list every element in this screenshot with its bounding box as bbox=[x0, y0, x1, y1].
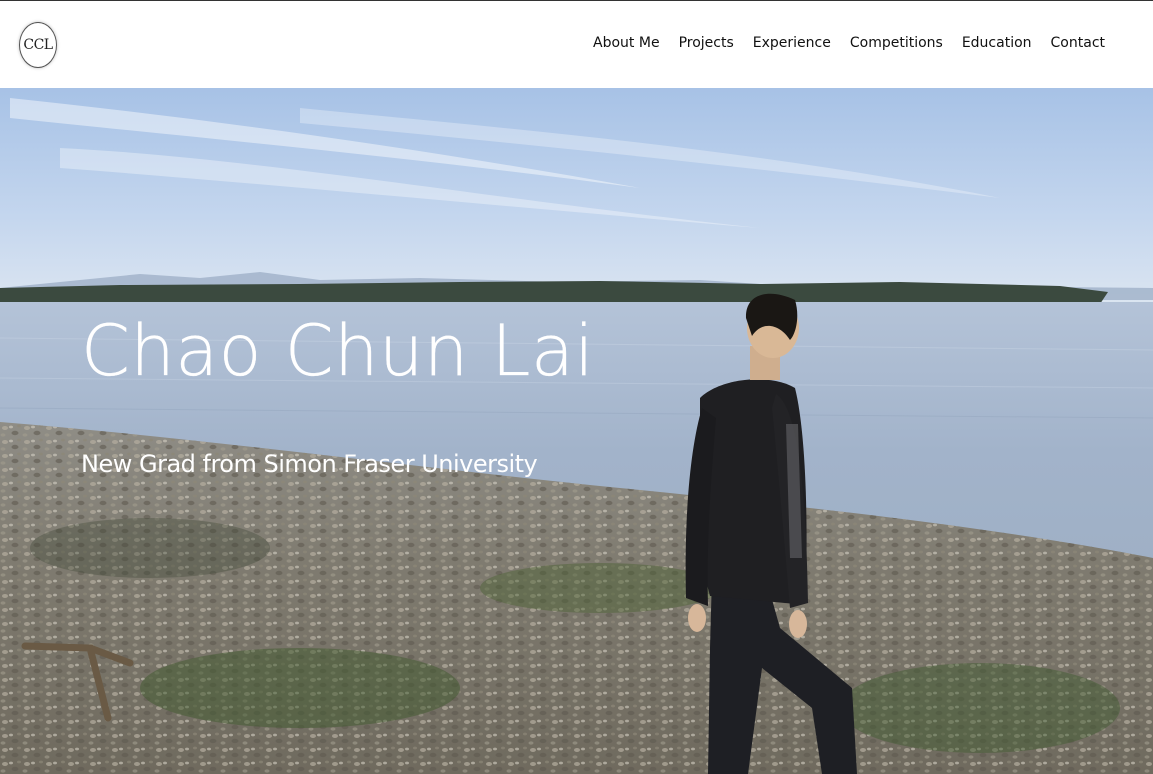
nav-link-projects[interactable]: Projects bbox=[679, 35, 734, 51]
hero-background-photo bbox=[0, 88, 1153, 774]
top-navbar: CCL About Me Projects Experience Competi… bbox=[0, 0, 1153, 88]
main-nav: About Me Projects Experience Competition… bbox=[593, 35, 1105, 51]
nav-link-contact[interactable]: Contact bbox=[1051, 35, 1105, 51]
site-logo[interactable]: CCL bbox=[19, 22, 57, 68]
nav-link-experience[interactable]: Experience bbox=[753, 35, 831, 51]
hero-section: Chao Chun Lai New Grad from Simon Fraser… bbox=[0, 88, 1153, 774]
nav-link-education[interactable]: Education bbox=[962, 35, 1032, 51]
page: CCL About Me Projects Experience Competi… bbox=[0, 0, 1153, 774]
hero-subtitle: New Grad from Simon Fraser University bbox=[81, 450, 538, 478]
nav-link-competitions[interactable]: Competitions bbox=[850, 35, 943, 51]
hero-title: Chao Chun Lai bbox=[81, 310, 595, 392]
nav-link-about-me[interactable]: About Me bbox=[593, 35, 660, 51]
